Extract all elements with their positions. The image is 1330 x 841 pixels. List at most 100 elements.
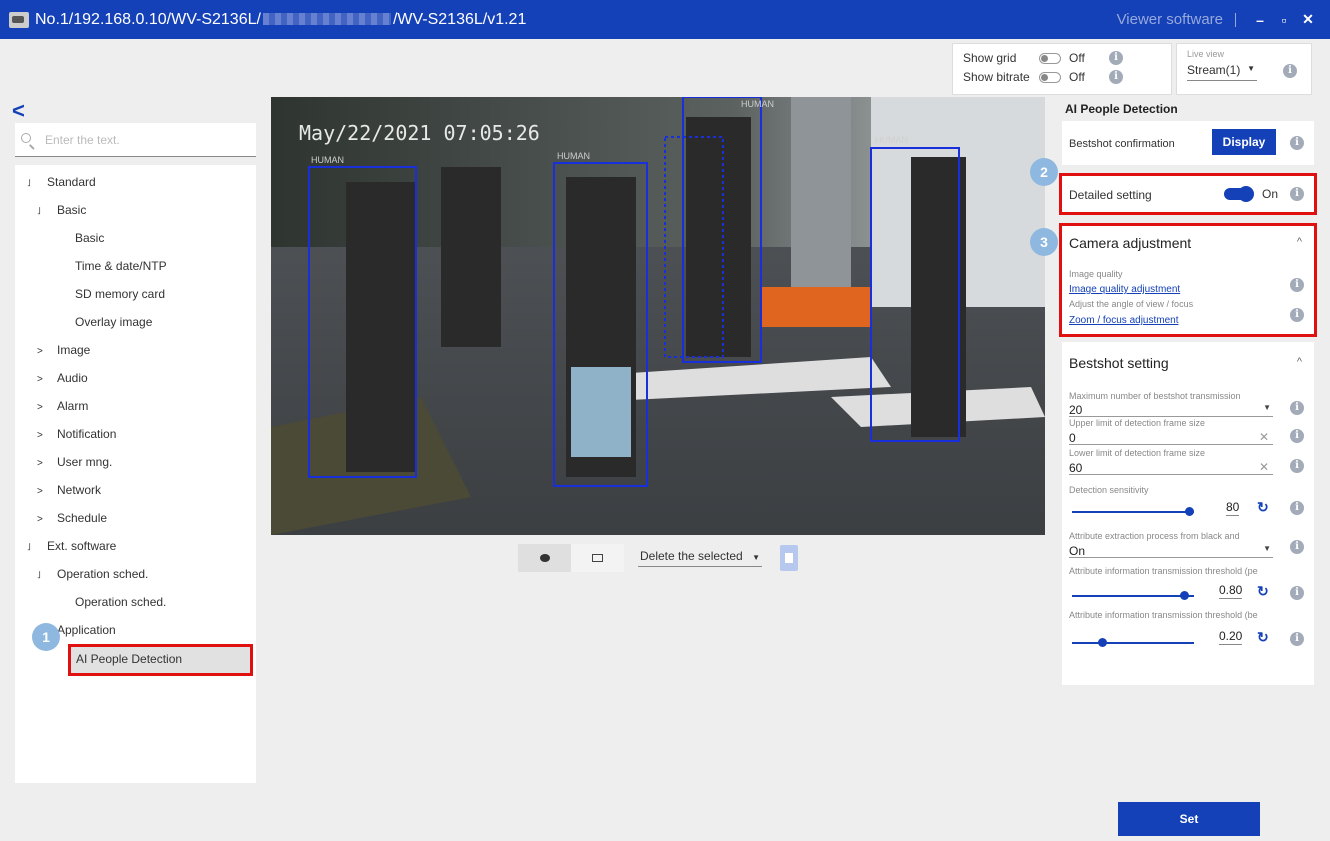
tree-item-overlay-image[interactable]: Overlay image — [75, 308, 152, 336]
sensitivity-value[interactable]: 80 — [1226, 500, 1240, 516]
detailed-setting-toggle[interactable] — [1224, 186, 1254, 202]
tree-item-basic-group[interactable]: ˩ Basic — [37, 196, 86, 224]
title-separator — [1235, 12, 1236, 27]
lower-limit-value: 60 — [1069, 461, 1083, 475]
stream-value: Stream(1) — [1187, 63, 1241, 77]
box-label: HUMAN — [875, 135, 908, 145]
chevron-up-icon[interactable]: ^ — [1297, 356, 1302, 368]
info-icon[interactable] — [1290, 278, 1304, 292]
collapse-icon: ˩ — [27, 178, 31, 189]
image-quality-link[interactable]: Image quality adjustment — [1069, 284, 1180, 295]
tree-item-basic[interactable]: Basic — [75, 224, 104, 252]
info-icon[interactable] — [1290, 136, 1304, 150]
info-icon[interactable] — [1290, 632, 1304, 646]
step-badge-1: 1 — [32, 623, 60, 651]
delete-selected-dropdown[interactable]: Delete the selected ▼ — [638, 549, 762, 567]
reset-icon[interactable]: ↻ — [1257, 499, 1269, 516]
slider-knob[interactable] — [1180, 591, 1189, 600]
attr-thresh-pe-value[interactable]: 0.80 — [1219, 583, 1243, 599]
tree-item-standard[interactable]: ˩ Standard — [27, 168, 96, 196]
slider-knob[interactable] — [1098, 638, 1107, 647]
set-button[interactable]: Set — [1118, 802, 1260, 836]
clear-icon[interactable]: ✕ — [1259, 430, 1269, 444]
title-bar: No.1/192.168.0.10/WV-S2136L/ /WV-S2136L/v… — [0, 0, 1330, 39]
show-grid-toggle[interactable] — [1039, 52, 1061, 64]
show-bitrate-value: Off — [1069, 70, 1085, 84]
select-area-icon — [592, 554, 603, 562]
stream-select[interactable]: Stream(1) ▼ — [1187, 63, 1257, 81]
zoom-focus-link[interactable]: Zoom / focus adjustment — [1069, 315, 1179, 326]
info-icon[interactable] — [1109, 70, 1123, 84]
chevron-right-icon: > — [37, 430, 43, 441]
tree-item-schedule[interactable]: > Schedule — [37, 504, 107, 532]
tree-item-label: Operation sched. — [57, 567, 149, 581]
info-icon[interactable] — [1290, 308, 1304, 322]
info-icon[interactable] — [1290, 459, 1304, 473]
attr-thresh-pe-label: Attribute information transmission thres… — [1069, 566, 1258, 576]
tree-item-network[interactable]: > Network — [37, 476, 101, 504]
attr-thresh-be-slider[interactable] — [1072, 638, 1194, 647]
show-bitrate-toggle[interactable] — [1039, 71, 1061, 83]
clear-icon[interactable]: ✕ — [1259, 460, 1269, 474]
tree-item-sd-card[interactable]: SD memory card — [75, 280, 165, 308]
chevron-right-icon: > — [37, 458, 43, 469]
bestshot-setting-header[interactable]: Bestshot setting — [1069, 355, 1169, 371]
trash-button[interactable] — [780, 545, 798, 571]
tree-item-image[interactable]: > Image — [37, 336, 90, 364]
tree-item-label: Network — [57, 483, 102, 497]
chevron-down-icon: ▼ — [752, 553, 760, 562]
tree-item-audio[interactable]: > Audio — [37, 364, 88, 392]
tree-item-label: Application — [57, 623, 116, 637]
tree-item-time-date[interactable]: Time & date/NTP — [75, 252, 167, 280]
back-button[interactable]: < — [12, 100, 25, 122]
minimize-button[interactable]: – — [1248, 12, 1272, 28]
tree-item-notification[interactable]: > Notification — [37, 420, 116, 448]
info-icon[interactable] — [1290, 187, 1304, 201]
view-mode-button[interactable] — [518, 544, 571, 572]
info-icon[interactable] — [1290, 540, 1304, 554]
attr-extract-select[interactable]: On ▼ — [1069, 544, 1273, 558]
live-view-box: Live view Stream(1) ▼ — [1176, 43, 1312, 95]
live-view-label: Live view — [1187, 49, 1225, 59]
chevron-up-icon[interactable]: ^ — [1297, 236, 1302, 248]
lower-limit-input[interactable]: 60 ✕ — [1069, 460, 1273, 475]
eye-icon — [539, 554, 550, 562]
info-icon[interactable] — [1109, 51, 1123, 65]
tree-item-ext-software[interactable]: ˩ Ext. software — [27, 532, 116, 560]
camera-live-view[interactable]: May/22/2021 07:05:26 HUMAN HUMAN HUMAN H… — [271, 97, 1045, 535]
reset-icon[interactable]: ↻ — [1257, 583, 1269, 600]
max-bestshot-select[interactable]: 20 ▼ — [1069, 403, 1273, 417]
tree-item-operation-sched[interactable]: Operation sched. — [75, 588, 166, 616]
sensitivity-label: Detection sensitivity — [1069, 485, 1149, 495]
attr-thresh-be-value[interactable]: 0.20 — [1219, 629, 1243, 645]
max-bestshot-label: Maximum number of bestshot transmission — [1069, 391, 1241, 401]
attr-thresh-pe-slider[interactable] — [1072, 591, 1194, 600]
slider-knob[interactable] — [1185, 507, 1194, 516]
maximize-button[interactable]: ▫ — [1272, 12, 1296, 28]
tree-item-ai-people-detection[interactable]: AI People Detection — [68, 644, 253, 676]
search-input[interactable] — [45, 131, 245, 149]
close-button[interactable]: ✕ — [1296, 11, 1320, 28]
draw-area-button[interactable] — [571, 544, 624, 572]
tree-item-label: Schedule — [57, 511, 108, 525]
info-icon[interactable] — [1290, 401, 1304, 415]
sensitivity-slider[interactable] — [1072, 507, 1194, 516]
tree-item-alarm[interactable]: > Alarm — [37, 392, 88, 420]
step-badge-3: 3 — [1030, 228, 1058, 256]
info-icon[interactable] — [1283, 64, 1297, 78]
viewer-software-label: Viewer software — [1116, 11, 1223, 28]
reset-icon[interactable]: ↻ — [1257, 629, 1269, 646]
info-icon[interactable] — [1290, 501, 1304, 515]
info-icon[interactable] — [1290, 429, 1304, 443]
tree-item-user-mng[interactable]: > User mng. — [37, 448, 112, 476]
camera-adjustment-header[interactable]: Camera adjustment — [1069, 235, 1191, 251]
tree-item-operation-sched-group[interactable]: ˩ Operation sched. — [37, 560, 148, 588]
box-label: HUMAN — [557, 151, 590, 161]
info-icon[interactable] — [1290, 586, 1304, 600]
display-button[interactable]: Display — [1212, 129, 1276, 155]
upper-limit-input[interactable]: 0 ✕ — [1069, 430, 1273, 445]
detailed-setting-value: On — [1262, 187, 1279, 201]
chevron-down-icon: ▼ — [1247, 64, 1255, 73]
window-title: No.1/192.168.0.10/WV-S2136L/ /WV-S2136L/v… — [35, 11, 526, 29]
app-icon — [9, 11, 29, 28]
